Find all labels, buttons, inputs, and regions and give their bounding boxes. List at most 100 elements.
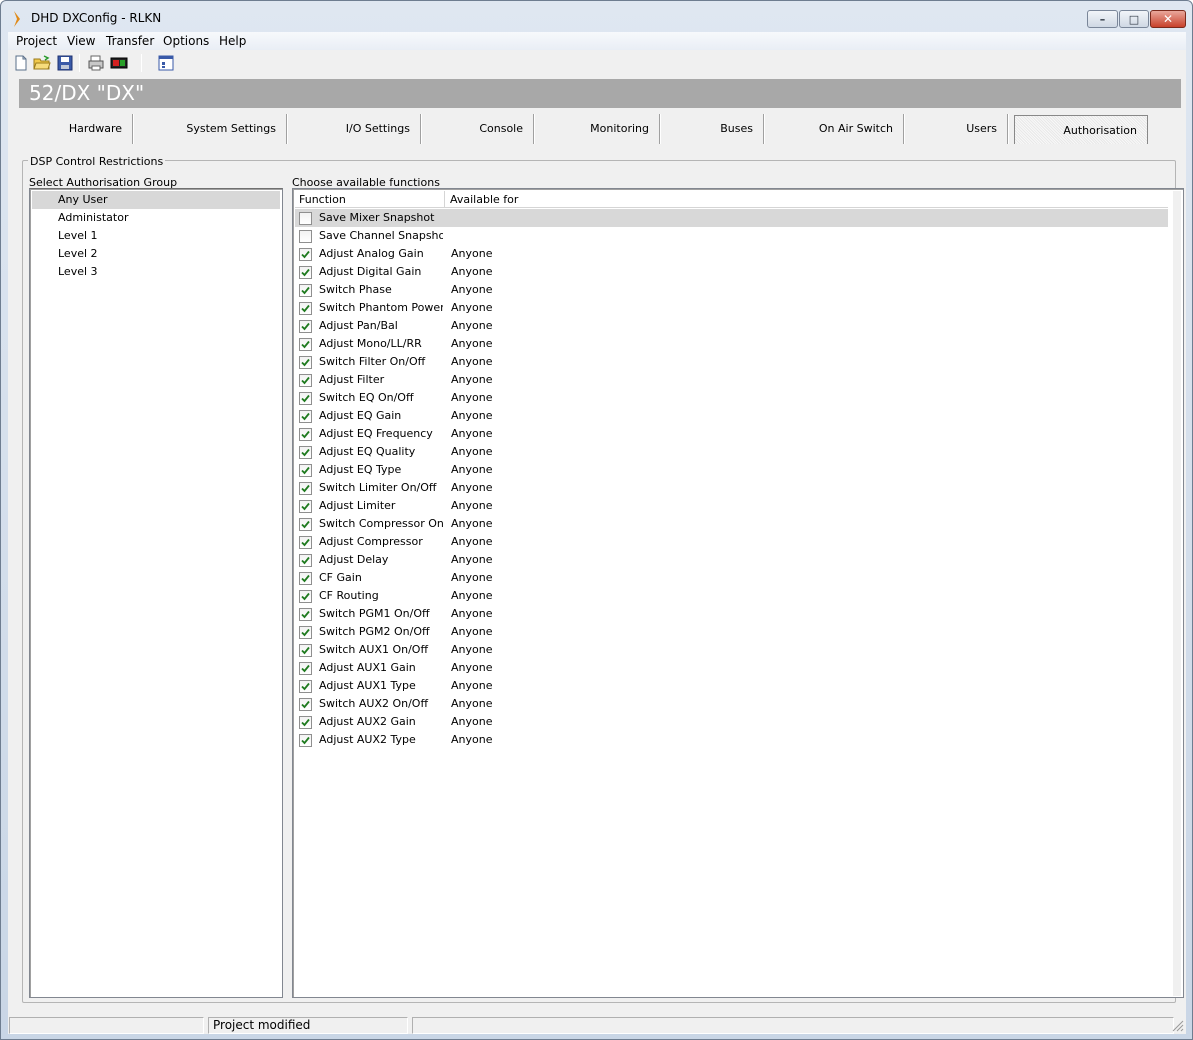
checkbox-checked[interactable] — [299, 320, 312, 333]
group-item-level-3[interactable]: Level 3 — [32, 263, 280, 281]
tab-buses[interactable]: Buses — [663, 114, 763, 144]
function-row[interactable]: Adjust AUX1 Gain Anyone — [295, 659, 1168, 677]
print-icon[interactable] — [87, 54, 105, 72]
group-item-administator[interactable]: Administator — [32, 209, 280, 227]
checkbox-checked[interactable] — [299, 446, 312, 459]
tab-users[interactable]: Users — [907, 114, 1007, 144]
function-row[interactable]: Adjust AUX2 Gain Anyone — [295, 713, 1168, 731]
function-row[interactable]: Adjust Delay Anyone — [295, 551, 1168, 569]
function-row[interactable]: Switch AUX1 On/Off Anyone — [295, 641, 1168, 659]
checkbox-checked[interactable] — [299, 266, 312, 279]
check-mark-icon — [301, 340, 310, 349]
checkbox-checked[interactable] — [299, 536, 312, 549]
menu-options[interactable]: Options — [163, 34, 209, 48]
function-row[interactable]: Adjust Analog Gain Anyone — [295, 245, 1168, 263]
function-row[interactable]: CF Gain Anyone — [295, 569, 1168, 587]
tab-monitoring[interactable]: Monitoring — [537, 114, 659, 144]
checkbox-checked[interactable] — [299, 644, 312, 657]
function-row[interactable]: Switch EQ On/Off Anyone — [295, 389, 1168, 407]
function-row[interactable]: Switch Phase Anyone — [295, 281, 1168, 299]
function-row[interactable]: Switch Phantom Power Anyone — [295, 299, 1168, 317]
checkbox-checked[interactable] — [299, 680, 312, 693]
checkbox-checked[interactable] — [299, 716, 312, 729]
function-row[interactable]: Adjust EQ Frequency Anyone — [295, 425, 1168, 443]
checkbox-checked[interactable] — [299, 500, 312, 513]
maximize-button[interactable]: □ — [1119, 10, 1149, 28]
checkbox-checked[interactable] — [299, 554, 312, 567]
checkbox-checked[interactable] — [299, 482, 312, 495]
check-mark-icon — [301, 304, 310, 313]
tab-system-settings[interactable]: System Settings — [136, 114, 286, 144]
checkbox-checked[interactable] — [299, 662, 312, 675]
resize-grip-icon[interactable] — [1172, 1020, 1184, 1032]
checkbox-checked[interactable] — [299, 464, 312, 477]
open-folder-icon[interactable] — [33, 54, 51, 72]
checkbox-checked[interactable] — [299, 374, 312, 387]
minimize-button[interactable]: – — [1087, 10, 1118, 28]
function-row[interactable]: Adjust Compressor Anyone — [295, 533, 1168, 551]
group-item-any-user[interactable]: Any User — [32, 191, 280, 209]
function-row[interactable]: Switch Compressor On... Anyone — [295, 515, 1168, 533]
group-item-level-2[interactable]: Level 2 — [32, 245, 280, 263]
function-row[interactable]: Adjust EQ Type Anyone — [295, 461, 1168, 479]
function-row[interactable]: Switch AUX2 On/Off Anyone — [295, 695, 1168, 713]
function-row[interactable]: Switch PGM2 On/Off Anyone — [295, 623, 1168, 641]
tab-hardware[interactable]: Hardware — [28, 114, 132, 144]
function-row[interactable]: Adjust Filter Anyone — [295, 371, 1168, 389]
function-row[interactable]: Save Channel Snapshot — [295, 227, 1168, 245]
checkbox-checked[interactable] — [299, 698, 312, 711]
save-icon[interactable] — [56, 54, 74, 72]
menu-help[interactable]: Help — [219, 34, 246, 48]
transfer-icon[interactable] — [110, 54, 128, 72]
authorisation-group-list[interactable]: Any User Administator Level 1 Level 2 Le… — [29, 188, 283, 998]
function-row[interactable]: Switch Filter On/Off Anyone — [295, 353, 1168, 371]
checkbox-checked[interactable] — [299, 518, 312, 531]
checkbox-checked[interactable] — [299, 734, 312, 747]
column-header-available-for[interactable]: Available for — [446, 191, 646, 208]
checkbox-checked[interactable] — [299, 626, 312, 639]
function-name: Adjust Filter — [319, 373, 385, 386]
function-row[interactable]: Switch PGM1 On/Off Anyone — [295, 605, 1168, 623]
checkbox-checked[interactable] — [299, 590, 312, 603]
checkbox-checked[interactable] — [299, 410, 312, 423]
properties-icon[interactable] — [157, 54, 175, 72]
function-row[interactable]: Adjust Limiter Anyone — [295, 497, 1168, 515]
function-row[interactable]: Adjust EQ Quality Anyone — [295, 443, 1168, 461]
new-file-icon[interactable] — [12, 54, 30, 72]
checkbox-checked[interactable] — [299, 284, 312, 297]
window-title: DHD DXConfig - RLKN — [31, 11, 162, 25]
function-row[interactable]: Switch Limiter On/Off Anyone — [295, 479, 1168, 497]
function-row[interactable]: Adjust AUX2 Type Anyone — [295, 731, 1168, 749]
functions-list-view[interactable]: Function Available for Save Mixer Snapsh… — [292, 188, 1184, 998]
checkbox-checked[interactable] — [299, 356, 312, 369]
function-row[interactable]: Save Mixer Snapshot — [295, 209, 1168, 227]
tab-io-settings[interactable]: I/O Settings — [290, 114, 420, 144]
function-row[interactable]: Adjust EQ Gain Anyone — [295, 407, 1168, 425]
checkbox-unchecked[interactable] — [299, 230, 312, 243]
function-row[interactable]: Adjust Mono/LL/RR Anyone — [295, 335, 1168, 353]
checkbox-checked[interactable] — [299, 248, 312, 261]
menu-project[interactable]: Project — [16, 34, 57, 48]
close-button[interactable]: ✕ — [1150, 10, 1186, 28]
function-row[interactable]: CF Routing Anyone — [295, 587, 1168, 605]
tab-authorisation[interactable]: Authorisation — [1014, 115, 1148, 144]
function-row[interactable]: Adjust Digital Gain Anyone — [295, 263, 1168, 281]
checkbox-checked[interactable] — [299, 302, 312, 315]
checkbox-checked[interactable] — [299, 608, 312, 621]
menu-transfer[interactable]: Transfer — [106, 34, 154, 48]
checkbox-checked[interactable] — [299, 428, 312, 441]
checkbox-checked[interactable] — [299, 338, 312, 351]
column-header-function[interactable]: Function — [295, 191, 445, 208]
function-row[interactable]: Adjust AUX1 Type Anyone — [295, 677, 1168, 695]
group-item-level-1[interactable]: Level 1 — [32, 227, 280, 245]
checkbox-unchecked[interactable] — [299, 212, 312, 225]
menu-view[interactable]: View — [67, 34, 95, 48]
function-available-for: Anyone — [451, 319, 493, 332]
tab-on-air-switch[interactable]: On Air Switch — [767, 114, 903, 144]
checkbox-checked[interactable] — [299, 572, 312, 585]
function-available-for: Anyone — [451, 697, 493, 710]
tab-console[interactable]: Console — [424, 114, 533, 144]
checkbox-checked[interactable] — [299, 392, 312, 405]
title-bar[interactable]: DHD DXConfig - RLKN – □ ✕ — [1, 1, 1192, 32]
function-row[interactable]: Adjust Pan/Bal Anyone — [295, 317, 1168, 335]
